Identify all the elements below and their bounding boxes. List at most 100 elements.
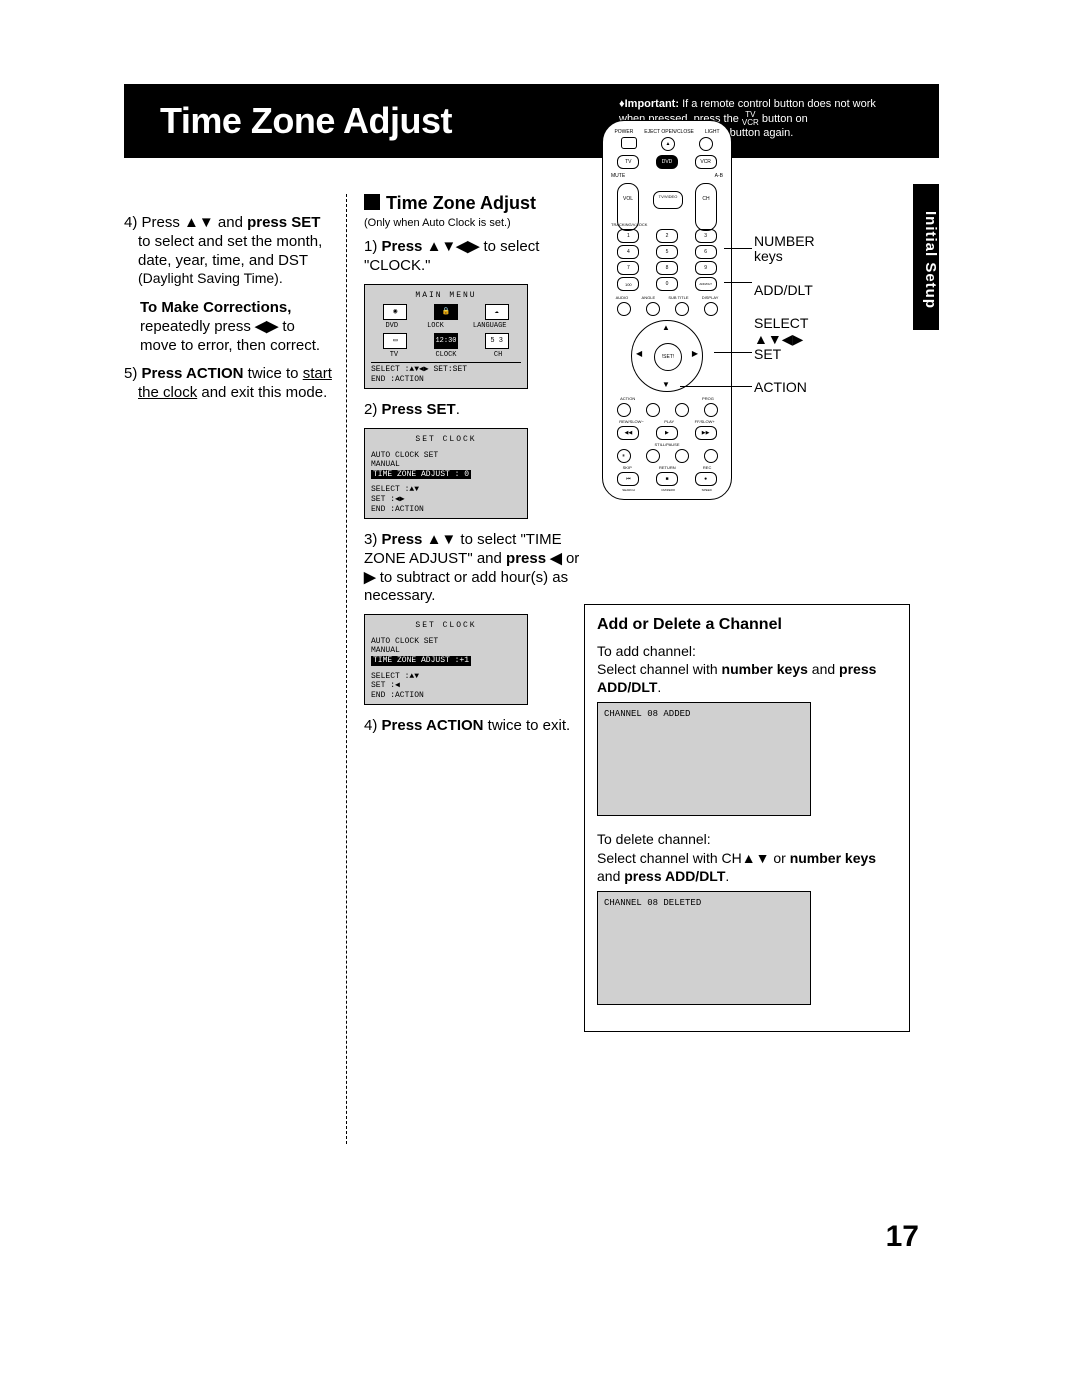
f: SELECT :▲▼ xyxy=(371,485,521,495)
txt: 4) xyxy=(364,717,382,734)
l: ACTION xyxy=(620,396,635,401)
t: SELECT xyxy=(754,315,808,331)
l: REC xyxy=(703,465,711,470)
l: AUTO CLOCK SET xyxy=(371,451,521,461)
important-label: Important: xyxy=(625,98,679,110)
l: AUTO CLOCK SET xyxy=(371,637,521,647)
l: SPEED xyxy=(702,488,712,492)
txt: 1) xyxy=(364,238,382,255)
leader-line xyxy=(714,352,752,353)
txt: to subtract or add hour(s) as necessary. xyxy=(364,569,568,605)
num-9: 9 xyxy=(695,261,717,275)
display-btn xyxy=(704,302,718,316)
arrows-up-down-icon: ▲▼ xyxy=(427,531,457,548)
txt: or xyxy=(562,550,580,567)
delete-channel-instr: Select channel with CH▲▼ or number keys … xyxy=(597,849,897,885)
btn xyxy=(675,403,689,417)
d-pad: ▲ ▼ ◀ ▶ !SET! xyxy=(631,320,703,392)
t: NUMBER xyxy=(754,233,815,249)
mid-step-3: 3) Press ▲▼ to select "TIME ZONE ADJUST"… xyxy=(364,531,584,606)
num-8: 8 xyxy=(656,261,678,275)
section-title-text: Time Zone Adjust xyxy=(386,193,536,213)
num-100: 100 xyxy=(617,277,639,291)
l: ANGLE xyxy=(642,295,656,300)
num-6: 6 xyxy=(695,245,717,259)
l: SKIP xyxy=(623,465,632,470)
txt-bold: Press ACTION xyxy=(142,365,244,382)
square-bullet-icon xyxy=(364,194,380,210)
t: number keys xyxy=(790,850,876,866)
clock-icon: 12:30 xyxy=(434,333,458,349)
txt-bold: Press xyxy=(382,531,427,548)
f: SET :◀ xyxy=(371,681,521,691)
t: press ADD/DLT xyxy=(624,868,725,884)
txt: to select and set the month, date, year,… xyxy=(138,233,322,269)
txt: 2) xyxy=(364,401,382,418)
l: CM/ZERO xyxy=(661,488,675,492)
page-title: Time Zone Adjust xyxy=(160,100,452,142)
t: and xyxy=(597,868,624,884)
f: END :ACTION xyxy=(371,691,521,701)
highlighted-row: TIME ZONE ADJUST :+1 xyxy=(371,656,471,666)
f: SELECT :▲▼ xyxy=(371,672,521,682)
t: keys xyxy=(754,248,783,264)
l: STILL/PAUSE xyxy=(654,442,679,447)
l: RETURN xyxy=(659,465,676,470)
callout-action: ACTION xyxy=(754,380,874,395)
t: and xyxy=(808,661,839,677)
callout-add-dlt: ADD/DLT xyxy=(754,283,874,298)
left-icon: ◀ xyxy=(636,349,642,358)
play-btn: ▶ xyxy=(656,426,678,440)
step-4: 4) Press ▲▼ and press SET to select and … xyxy=(124,214,334,289)
txt: and xyxy=(214,214,243,231)
set-clock-osd-1: SET CLOCK AUTO CLOCK SET MANUAL TIME ZON… xyxy=(364,428,528,519)
l: AUDIO xyxy=(616,295,629,300)
manual-page: Time Zone Adjust ♦Important: If a remote… xyxy=(124,84,939,1254)
main-menu-osd: MAIN MENU ◉ 🔒 ☁ DVDLOCKLANGUAGE ▭ 12:30 … xyxy=(364,284,528,390)
remote-diagram: POWER EJECT OPEN/CLOSE LIGHT ▲ TVDVDVCR … xyxy=(602,120,742,510)
light-button xyxy=(699,137,713,151)
txt-bold: press xyxy=(506,550,550,567)
txt: twice to exit. xyxy=(484,717,571,734)
callout-number-keys: NUMBERkeys xyxy=(754,234,874,265)
osd-title: SET CLOCK xyxy=(371,435,521,445)
language-icon: ☁ xyxy=(485,304,509,320)
tv-icon: ▭ xyxy=(383,333,407,349)
l: DISPLAY xyxy=(702,295,719,300)
txt: 3) xyxy=(364,531,382,548)
t: SET xyxy=(754,346,781,362)
delete-channel-label: To delete channel: xyxy=(597,830,897,848)
l: POWER xyxy=(614,129,633,135)
t: . xyxy=(657,679,661,695)
txt: 5) xyxy=(124,365,142,382)
f: SELECT :▲▼◀▶ SET:SET xyxy=(371,365,521,375)
num-row-2: 456 xyxy=(609,245,725,259)
page-number: 17 xyxy=(886,1220,919,1254)
down-icon: ▼ xyxy=(662,380,670,389)
callout-select-set: SELECT▲▼◀▶SET xyxy=(754,316,874,362)
angle-btn xyxy=(646,302,660,316)
arrow-left-icon: ◀ xyxy=(550,550,562,567)
t: Select channel with CH xyxy=(597,850,742,866)
pause-btn: ⏸ xyxy=(617,449,631,463)
dvd-icon: ◉ xyxy=(383,304,407,320)
highlighted-row: TIME ZONE ADJUST : 0 xyxy=(371,470,471,480)
txt-bold: To Make Corrections, xyxy=(140,299,291,316)
arrow-right-icon: ▶ xyxy=(364,569,376,586)
section-heading: Time Zone Adjust xyxy=(364,192,584,215)
add-channel-label: To add channel: xyxy=(597,642,897,660)
ch-val: 5 3 xyxy=(490,337,503,345)
t: . xyxy=(725,868,729,884)
txt-bold: press SET xyxy=(247,214,320,231)
arrows-left-right-icon: ◀▶ xyxy=(255,318,278,335)
ff-btn: ▶▶ xyxy=(695,426,717,440)
l: EJECT OPEN/CLOSE xyxy=(644,129,694,135)
subtitle-btn xyxy=(675,302,689,316)
skip-btn: ⏮ xyxy=(617,472,639,486)
vcr-label: VCR xyxy=(742,118,759,127)
l: MANUAL xyxy=(371,460,521,470)
txt: 4) Press xyxy=(124,214,184,231)
num-7: 7 xyxy=(617,261,639,275)
important-text-3: button on xyxy=(762,113,808,125)
leader-line xyxy=(724,248,752,249)
